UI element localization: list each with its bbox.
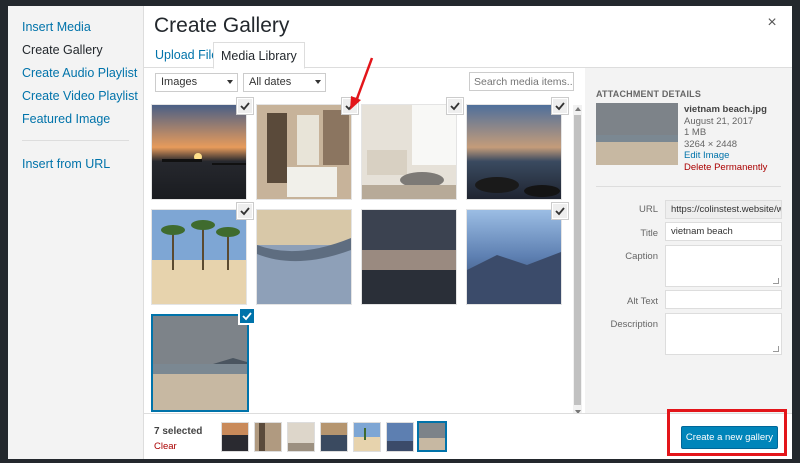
- search-input[interactable]: [469, 72, 574, 91]
- create-gallery-button[interactable]: Create a new gallery: [681, 426, 778, 449]
- type-filter-select[interactable]: Images: [155, 73, 238, 92]
- attachment-preview: [596, 103, 678, 165]
- tab-media-library[interactable]: Media Library: [213, 42, 305, 69]
- close-icon[interactable]: ×: [765, 15, 779, 31]
- menu-item-create-video-playlist[interactable]: Create Video Playlist: [8, 85, 143, 108]
- menu-separator: [22, 140, 129, 141]
- description-field[interactable]: [665, 313, 782, 355]
- clear-selection-link[interactable]: Clear: [154, 441, 177, 452]
- resize-grip-icon[interactable]: [773, 346, 779, 352]
- date-filter-select[interactable]: All dates: [243, 73, 326, 92]
- menu-item-featured-image[interactable]: Featured Image: [8, 108, 143, 131]
- grid-scrollbar[interactable]: [573, 105, 582, 416]
- title-label: Title: [640, 228, 658, 239]
- selection-thumb[interactable]: [287, 422, 315, 452]
- checkmark-icon[interactable]: [552, 203, 568, 219]
- attachment-thumb[interactable]: [466, 203, 568, 305]
- dark-sea-image: [362, 210, 456, 304]
- upside-down-beach-image: [257, 210, 351, 304]
- living-room-thumb-image: [288, 423, 314, 451]
- chevron-down-icon: [315, 80, 321, 84]
- selection-thumb[interactable]: [353, 422, 381, 452]
- url-field[interactable]: https://colinstest.website/wp-: [665, 200, 782, 219]
- attachment-details-heading: ATTACHMENT DETAILS: [596, 89, 702, 99]
- attachment-thumb[interactable]: [151, 203, 253, 305]
- attachment-dimensions: 3264 × 2448: [684, 138, 738, 150]
- resize-grip-icon[interactable]: [773, 278, 779, 284]
- attachment-date: August 21, 2017: [684, 115, 754, 127]
- media-modal: Insert Media Create Gallery Create Audio…: [8, 6, 792, 459]
- menu-item-insert-from-url[interactable]: Insert from URL: [8, 153, 143, 176]
- sunset-pier-thumb-image: [222, 423, 248, 451]
- scroll-up-icon[interactable]: [575, 107, 581, 111]
- menu-item-insert-media[interactable]: Insert Media: [8, 16, 143, 39]
- vietnam-beach-thumb-image: [419, 423, 445, 450]
- rocky-sunset-thumb-image: [321, 423, 347, 451]
- selection-thumb[interactable]: [320, 422, 348, 452]
- sky-mountain-thumb-image: [387, 423, 413, 451]
- date-filter-value: All dates: [249, 76, 292, 88]
- scroll-thumb[interactable]: [574, 115, 581, 405]
- sky-mountain-image: [467, 210, 561, 304]
- selection-thumb[interactable]: [221, 422, 249, 452]
- title-field[interactable]: vietnam beach: [665, 222, 782, 241]
- admin-sidebar-edge: [0, 0, 8, 463]
- attachment-thumb[interactable]: [256, 98, 358, 200]
- description-label: Description: [610, 319, 658, 330]
- menu-item-create-gallery[interactable]: Create Gallery: [8, 39, 143, 62]
- attachment-info: vietnam beach.jpg August 21, 2017 1 MB 3…: [684, 104, 767, 173]
- attachment-thumb[interactable]: [256, 209, 352, 305]
- living-room-image: [362, 105, 456, 199]
- palm-beach-image: [152, 210, 246, 304]
- selected-count: 7 selected: [154, 426, 203, 437]
- chevron-down-icon: [227, 80, 233, 84]
- sunset-pier-image: [152, 105, 246, 199]
- delete-permanently-link[interactable]: Delete Permanently: [684, 162, 767, 174]
- url-label: URL: [638, 204, 658, 215]
- checkmark-icon[interactable]: [239, 308, 255, 324]
- palm-beach-thumb-image: [354, 423, 380, 451]
- menu-item-create-audio-playlist[interactable]: Create Audio Playlist: [8, 62, 143, 85]
- checkmark-icon[interactable]: [237, 98, 253, 114]
- bedroom-thumb-image: [255, 423, 281, 451]
- media-toolbar-footer: 7 selected Clear Create a new gallery: [144, 413, 792, 459]
- selection-thumb-current[interactable]: [417, 421, 447, 452]
- selection-thumb[interactable]: [254, 422, 282, 452]
- attachment-thumb-selected[interactable]: [151, 308, 255, 412]
- checkmark-icon[interactable]: [342, 98, 358, 114]
- attachment-details: ATTACHMENT DETAILS vietnam beach.jpg Aug…: [585, 68, 792, 413]
- bedroom-image: [257, 105, 351, 199]
- vietnam-beach-image: [153, 316, 247, 410]
- edit-image-link[interactable]: Edit Image: [684, 150, 767, 162]
- alt-text-label: Alt Text: [627, 296, 658, 307]
- rocky-sunset-image: [467, 105, 561, 199]
- media-menu: Insert Media Create Gallery Create Audio…: [8, 6, 144, 459]
- type-filter-value: Images: [161, 76, 198, 88]
- alt-text-field[interactable]: [665, 290, 782, 309]
- attachment-thumb[interactable]: [466, 98, 568, 200]
- vietnam-beach-preview-image: [596, 103, 678, 165]
- checkmark-icon[interactable]: [552, 98, 568, 114]
- checkmark-icon[interactable]: [447, 98, 463, 114]
- caption-label: Caption: [625, 251, 658, 262]
- attachment-thumb[interactable]: [361, 98, 463, 200]
- attachments-grid: [151, 98, 572, 412]
- router-tabs: Upload Files Media Library: [144, 38, 792, 69]
- attachment-thumb[interactable]: [361, 209, 457, 305]
- attachment-filename: vietnam beach.jpg: [684, 104, 767, 115]
- details-separator: [596, 186, 781, 187]
- attachment-size: 1 MB: [684, 127, 707, 138]
- checkmark-icon[interactable]: [237, 203, 253, 219]
- selection-thumb[interactable]: [386, 422, 414, 452]
- caption-field[interactable]: [665, 245, 782, 287]
- modal-title: Create Gallery: [154, 14, 290, 37]
- attachment-thumb[interactable]: [151, 98, 253, 200]
